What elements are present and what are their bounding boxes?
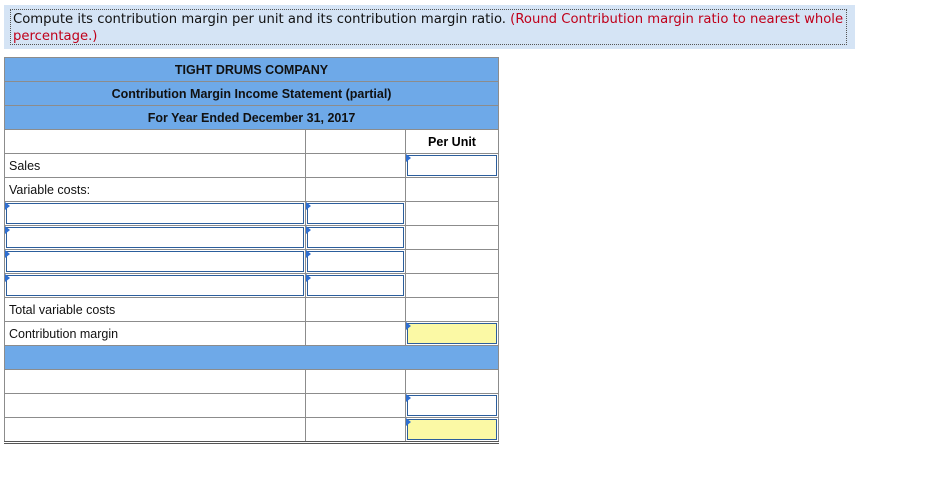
input-marker-icon [406, 394, 411, 402]
input-marker-icon [5, 226, 10, 234]
contribution-margin-ratio-input[interactable] [404, 417, 500, 444]
contribution-margin-per-unit-input[interactable] [404, 321, 500, 346]
blank-cell [404, 297, 500, 322]
variable-cost-amount-input-2[interactable] [305, 225, 406, 250]
variable-costs-label: Variable costs: [4, 177, 306, 202]
blank-cell [305, 369, 406, 394]
input-marker-icon [406, 418, 411, 426]
instruction-panel: Compute its contribution margin per unit… [4, 5, 855, 49]
input-marker-icon [5, 250, 10, 258]
blank-cell [305, 393, 406, 418]
blank-cell [4, 129, 306, 154]
input-marker-icon [406, 322, 411, 330]
variable-cost-amount-input-3[interactable] [305, 249, 406, 274]
blank-cell [404, 177, 500, 202]
variable-cost-name-input-1[interactable] [4, 201, 306, 226]
blank-cell [305, 417, 406, 444]
blank-cell [404, 369, 500, 394]
income-statement-table: TIGHT DRUMS COMPANY Contribution Margin … [3, 57, 500, 444]
blank-cell [404, 249, 500, 274]
blank-cell [305, 177, 406, 202]
blank-cell [305, 297, 406, 322]
blank-cell [4, 369, 306, 394]
input-marker-icon [5, 274, 10, 282]
blank-cell [305, 153, 406, 178]
blank-cell [404, 201, 500, 226]
company-name: TIGHT DRUMS COMPANY [3, 57, 500, 82]
instruction-main: Compute its contribution margin per unit… [13, 12, 506, 27]
total-variable-costs-label: Total variable costs [4, 297, 306, 322]
variable-cost-amount-input-4[interactable] [305, 273, 406, 298]
sales-per-unit-input[interactable] [404, 153, 500, 178]
sales-label: Sales [4, 153, 306, 178]
statement-period: For Year Ended December 31, 2017 [3, 105, 500, 130]
variable-cost-amount-input-1[interactable] [305, 201, 406, 226]
statement-title: Contribution Margin Income Statement (pa… [3, 81, 500, 106]
blank-cell [4, 417, 306, 444]
blank-cell [4, 393, 306, 418]
input-marker-icon [306, 274, 311, 282]
ratio-input-1[interactable] [404, 393, 500, 418]
blank-cell [305, 321, 406, 346]
ratio-section-header [3, 345, 500, 370]
per-unit-header: Per Unit [404, 129, 500, 154]
input-marker-icon [406, 154, 411, 162]
variable-cost-name-input-4[interactable] [4, 273, 306, 298]
input-marker-icon [306, 202, 311, 210]
blank-cell [404, 273, 500, 298]
variable-cost-name-input-2[interactable] [4, 225, 306, 250]
input-marker-icon [306, 250, 311, 258]
instruction-text: Compute its contribution margin per unit… [10, 9, 847, 45]
contribution-margin-label: Contribution margin [4, 321, 306, 346]
input-marker-icon [306, 226, 311, 234]
blank-cell [305, 129, 406, 154]
input-marker-icon [5, 202, 10, 210]
variable-cost-name-input-3[interactable] [4, 249, 306, 274]
blank-cell [404, 225, 500, 250]
